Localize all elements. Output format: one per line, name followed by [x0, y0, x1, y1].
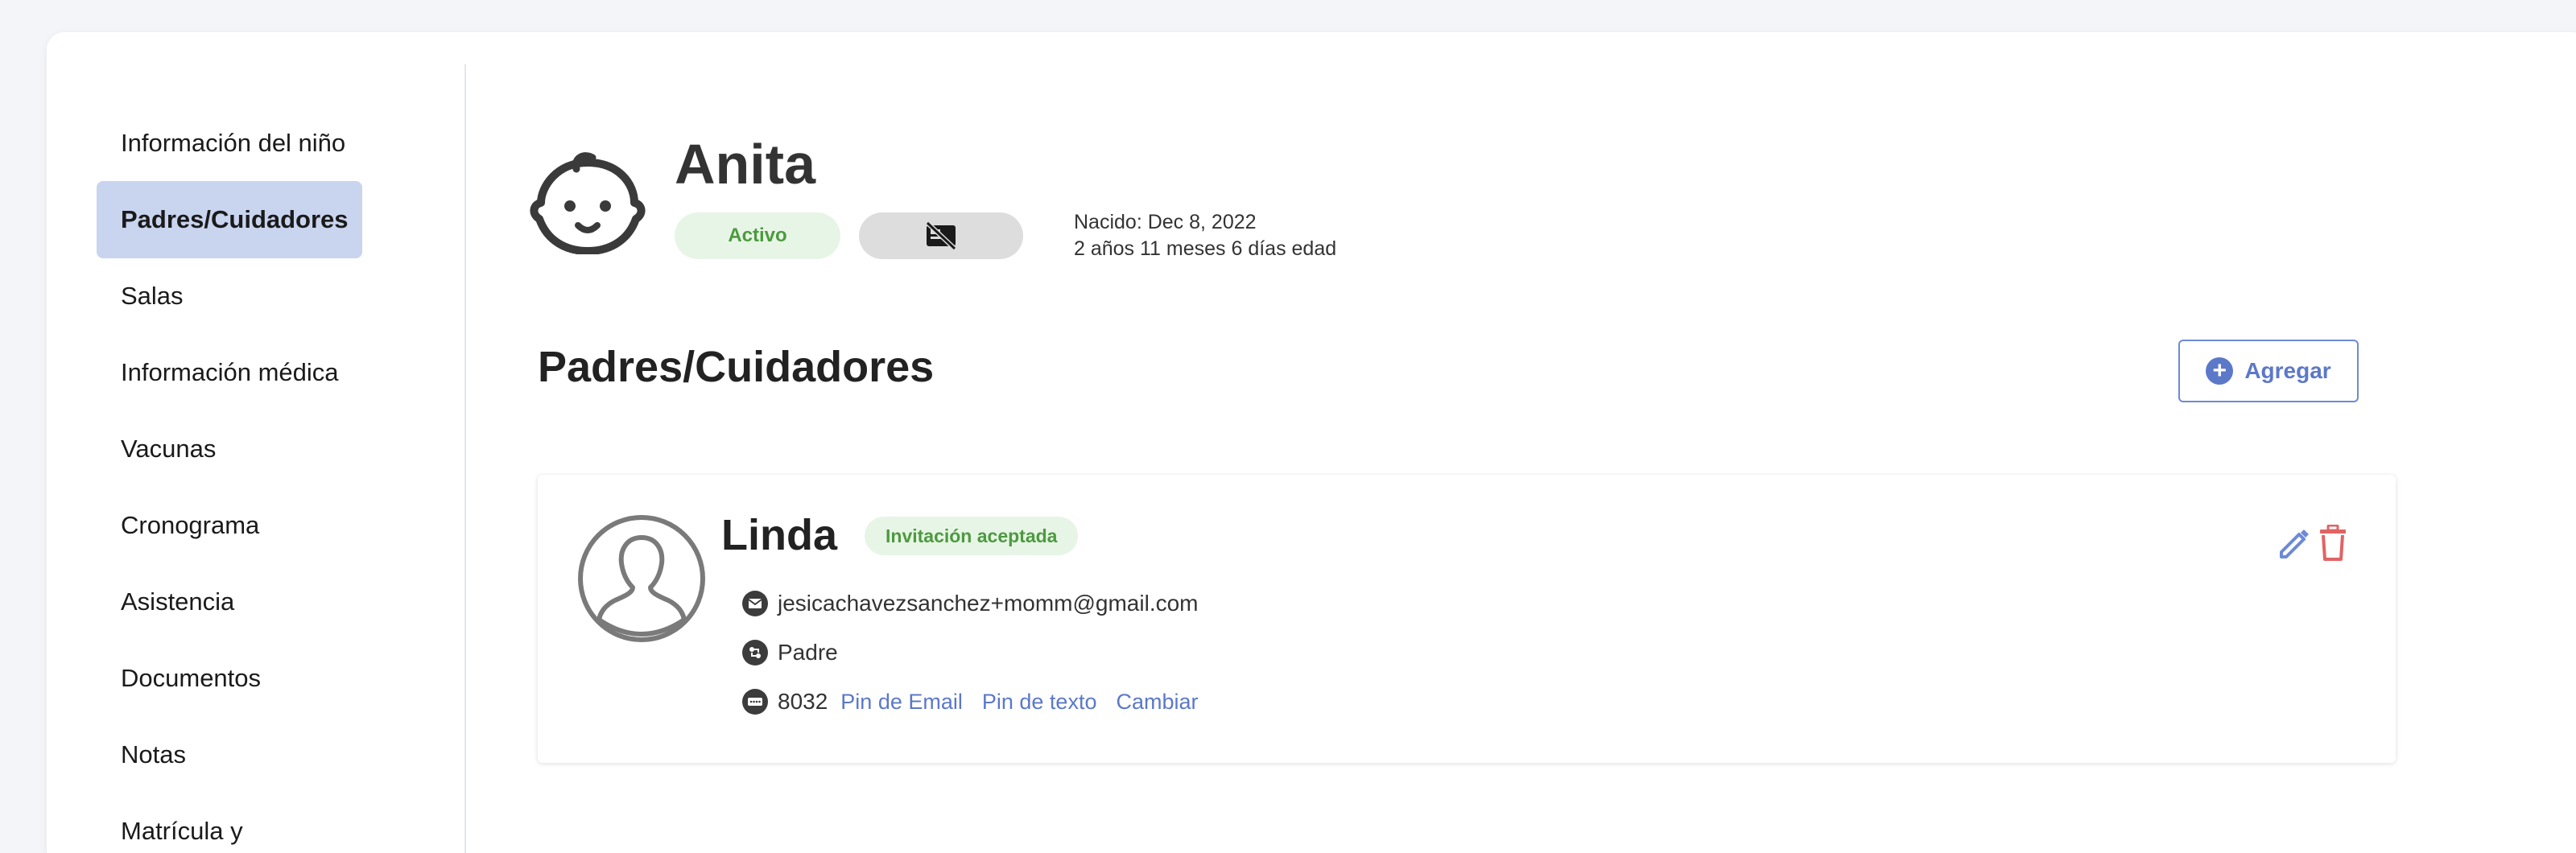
sidebar-item-label: Cronograma	[121, 511, 260, 539]
sidebar-item-label: Vacunas	[121, 435, 217, 463]
section-title: Padres/Cuidadores	[538, 343, 935, 391]
edit-pencil-icon[interactable]	[2277, 526, 2312, 562]
sidebar-item-child-info[interactable]: Información del niño	[97, 105, 362, 182]
child-name: Anita	[675, 133, 815, 196]
sidebar-item-parents[interactable]: Padres/Cuidadores	[97, 181, 362, 258]
pin-icon	[742, 689, 768, 715]
invitation-badge: Invitación aceptada	[865, 517, 1079, 555]
parent-email: jesicachavezsanchez+momm@gmail.com	[778, 591, 1199, 616]
email-row: jesicachavezsanchez+momm@gmail.com	[742, 591, 1199, 616]
sidebar-item-documents[interactable]: Documentos	[97, 640, 362, 717]
parent-card: Linda Invitación aceptada jesicachavezsa…	[538, 475, 2396, 763]
sidebar-item-label: Información médica	[121, 358, 339, 386]
birth-info: Nacido: Dec 8, 2022 2 años 11 meses 6 dí…	[1074, 209, 1336, 262]
sidebar-item-label: Información del niño	[121, 129, 346, 157]
sidebar-item-label: Notas	[121, 740, 186, 769]
email-icon	[742, 591, 768, 616]
user-avatar-icon	[578, 515, 705, 642]
parent-relation: Padre	[778, 640, 838, 665]
sidebar-item-label: Matrícula y	[121, 817, 243, 845]
sidebar-item-label: Asistencia	[121, 587, 235, 616]
delete-trash-icon[interactable]	[2318, 525, 2347, 562]
add-button-label: Agregar	[2244, 358, 2331, 383]
change-pin-link[interactable]: Cambiar	[1116, 690, 1198, 715]
pin-row: 8032 Pin de Email Pin de texto Cambiar	[742, 689, 1205, 715]
sidebar-item-schedule[interactable]: Cronograma	[97, 487, 362, 564]
age-text: 2 años 11 meses 6 días edad	[1074, 237, 1337, 260]
sidebar-item-rooms[interactable]: Salas	[97, 258, 362, 335]
sidebar-item-vaccines[interactable]: Vacunas	[97, 410, 362, 488]
sidebar-item-enrollment[interactable]: Matrícula y	[97, 793, 362, 853]
sidebar-item-label: Padres/Cuidadores	[121, 205, 349, 233]
pin-text-link[interactable]: Pin de texto	[982, 690, 1097, 715]
baby-face-icon	[530, 152, 646, 254]
sidebar-item-attendance[interactable]: Asistencia	[97, 563, 362, 641]
photo-toggle-button[interactable]	[859, 212, 1023, 259]
no-photo-icon	[925, 221, 957, 250]
sidebar-item-notes[interactable]: Notas	[97, 716, 362, 793]
born-date: Nacido: Dec 8, 2022	[1074, 211, 1257, 233]
sidebar-item-label: Salas	[121, 282, 184, 310]
pin-email-link[interactable]: Pin de Email	[840, 690, 963, 715]
plus-circle-icon: +	[2206, 357, 2234, 385]
sidebar-divider	[464, 64, 466, 853]
relation-icon	[742, 640, 768, 666]
sidebar-item-label: Documentos	[121, 664, 262, 692]
parent-name: Linda	[721, 511, 837, 559]
relation-row: Padre	[742, 640, 838, 666]
parent-pin: 8032	[778, 689, 828, 714]
add-parent-button[interactable]: + Agregar	[2178, 340, 2359, 402]
status-badge: Activo	[675, 212, 840, 259]
sidebar-item-medical[interactable]: Información médica	[97, 334, 362, 411]
